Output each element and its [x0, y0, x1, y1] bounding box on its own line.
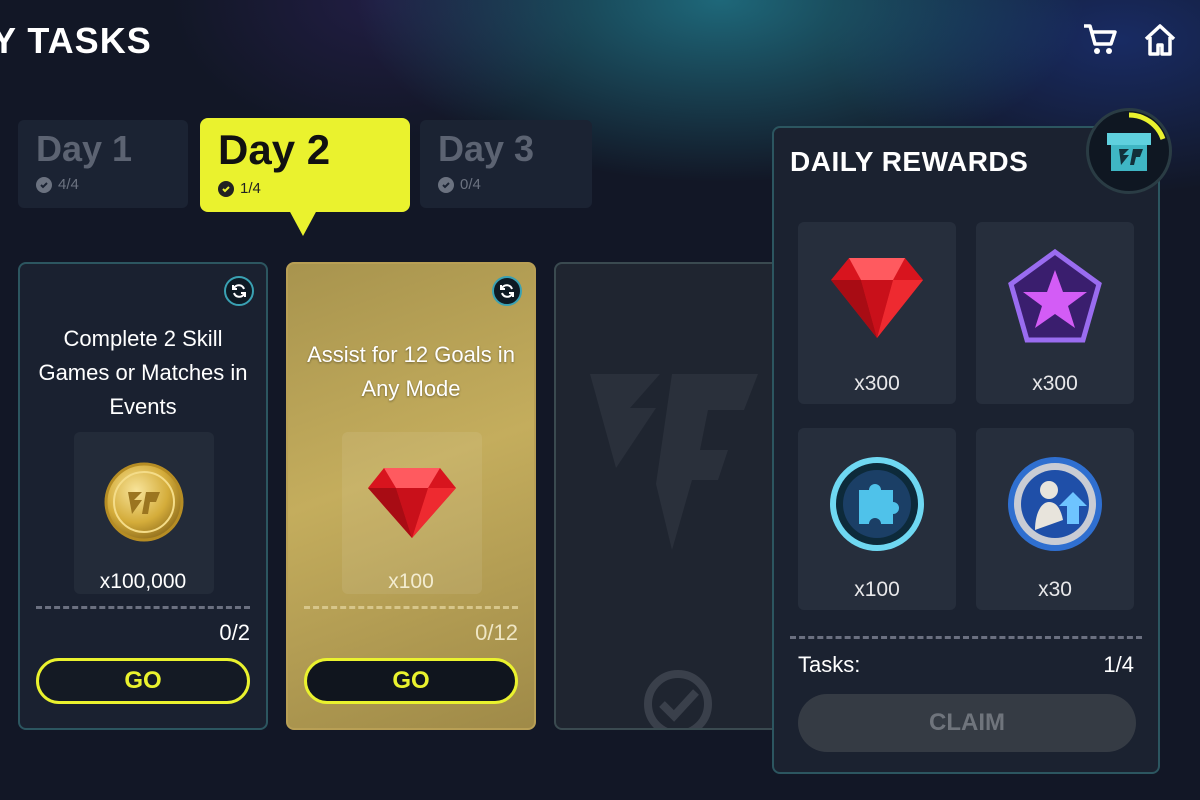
checkmark-icon	[644, 670, 712, 728]
claim-button[interactable]: CLAIM	[798, 694, 1136, 752]
task-progress: 0/2	[219, 620, 250, 645]
task-description: Assist for 12 Goals in Any Mode	[307, 342, 515, 401]
reward-amount: x300	[1032, 372, 1078, 395]
task-description: Complete 2 Skill Games or Matches in Eve…	[38, 326, 248, 419]
tab-day-3[interactable]: Day 3 0/4	[420, 120, 592, 208]
day-progress-text: 0/4	[460, 176, 481, 193]
cart-icon[interactable]	[1080, 20, 1120, 60]
reward-tile: x300	[976, 222, 1134, 404]
tasks-label: Tasks:	[798, 652, 861, 677]
reward-amount: x300	[854, 372, 900, 395]
page-title: Y TASKS	[0, 20, 152, 61]
player-upgrade-icon	[1008, 457, 1102, 551]
panel-title: DAILY REWARDS	[790, 146, 1029, 177]
gift-box-icon[interactable]	[1086, 108, 1172, 194]
day-label: Day 3	[438, 128, 535, 169]
divider	[790, 636, 1142, 639]
day-progress: 0/4	[438, 176, 574, 193]
day-progress: 4/4	[36, 176, 170, 193]
reward-tile: x100	[798, 428, 956, 610]
check-icon	[218, 180, 234, 197]
active-tab-pointer	[289, 210, 317, 236]
puzzle-icon	[830, 457, 924, 551]
task-card: Complete 2 Skill Games or Matches in Eve…	[18, 262, 268, 730]
task-card: Assist for 12 Goals in Any Mode x100 0/1…	[286, 262, 536, 730]
reward-tile: x300	[798, 222, 956, 404]
purple-star-icon	[1008, 248, 1102, 343]
gem-icon	[368, 468, 456, 538]
home-icon[interactable]	[1140, 20, 1180, 60]
divider	[36, 606, 250, 609]
tasks-progress: 1/4	[1103, 652, 1134, 677]
go-button[interactable]: GO	[304, 658, 518, 704]
daily-rewards-panel: DAILY REWARDS x300 x300 x100 x30 Tasks: …	[772, 108, 1172, 774]
check-icon	[36, 176, 52, 193]
red-gem-icon	[831, 258, 923, 338]
day-label: Day 2	[218, 126, 331, 173]
day-progress: 1/4	[218, 180, 392, 197]
tab-day-1[interactable]: Day 1 4/4	[18, 120, 188, 208]
task-progress: 0/12	[475, 620, 518, 645]
day-label: Day 1	[36, 128, 133, 169]
refresh-icon[interactable]	[224, 276, 254, 306]
check-icon	[438, 176, 454, 193]
reward-tile: x30	[976, 428, 1134, 610]
coin-icon	[104, 462, 184, 542]
reward-amount: x100,000	[99, 570, 187, 593]
day-progress-text: 1/4	[240, 180, 261, 197]
go-button[interactable]: GO	[36, 658, 250, 704]
divider	[304, 606, 518, 609]
locked-task-card	[554, 262, 784, 730]
fc-logo-watermark	[590, 374, 758, 550]
reward-amount: x30	[1038, 578, 1072, 601]
refresh-icon[interactable]	[492, 276, 522, 306]
reward-amount: x100	[854, 578, 900, 601]
tab-day-2[interactable]: Day 2 1/4	[200, 118, 410, 212]
reward-amount: x100	[388, 570, 434, 593]
day-progress-text: 4/4	[58, 176, 79, 193]
